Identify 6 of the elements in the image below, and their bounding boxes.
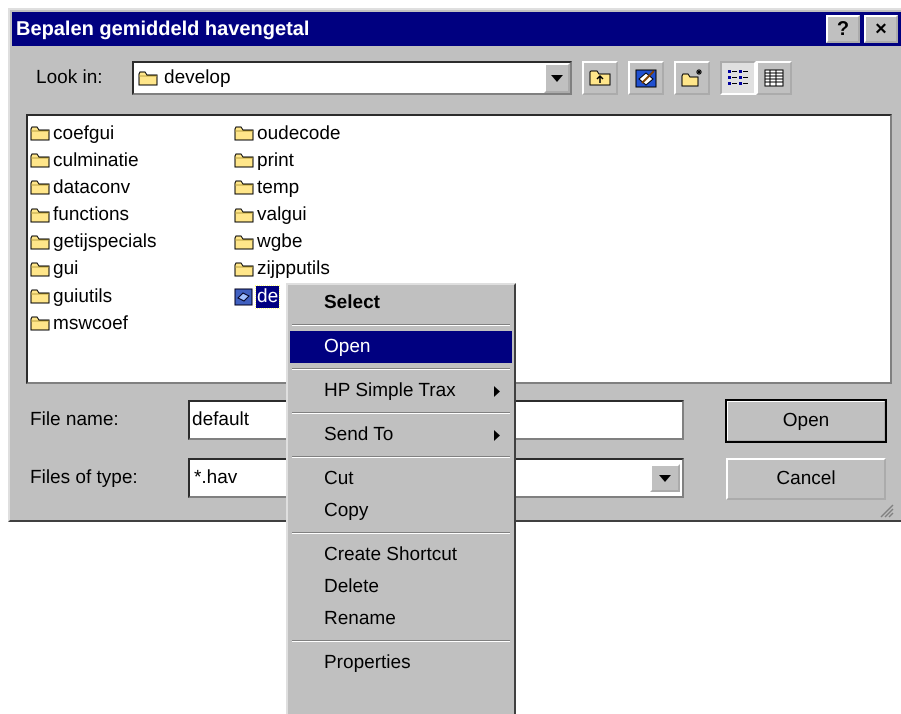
file-type-value: *.hav (194, 467, 238, 489)
look-in-value: develop (164, 67, 231, 89)
file-type-label: Files of type: (30, 467, 139, 489)
file-name-label: File name: (30, 409, 120, 431)
look-in-label: Look in: (36, 67, 104, 89)
window-title: Bepalen gemiddeld havengetal (16, 18, 310, 40)
